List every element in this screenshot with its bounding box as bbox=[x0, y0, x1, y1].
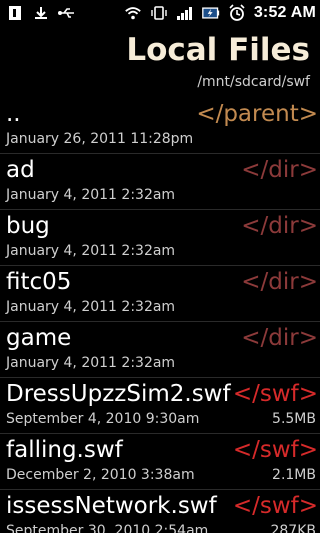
file-date: January 4, 2011 2:32am bbox=[6, 299, 176, 315]
status-time: 3:52 AM bbox=[253, 3, 316, 21]
file-date: December 2, 2010 3:38am bbox=[6, 467, 195, 483]
file-size: 287KB bbox=[270, 523, 316, 533]
list-item-parent[interactable]: .. </parent> January 26, 2011 11:28pm bbox=[0, 98, 320, 154]
list-item-ad[interactable]: ad </dir> January 4, 2011 2:32am bbox=[0, 154, 320, 210]
file-type-tag: </swf> bbox=[232, 381, 318, 407]
signal-icon bbox=[176, 4, 194, 22]
download-icon bbox=[32, 4, 50, 22]
file-name: DressUpzzSim2.swf bbox=[6, 381, 231, 407]
file-date: January 4, 2011 2:32am bbox=[6, 355, 176, 371]
file-date: January 26, 2011 11:28pm bbox=[6, 131, 194, 147]
file-type-tag: </dir> bbox=[241, 157, 318, 183]
file-type-tag: </dir> bbox=[241, 269, 318, 295]
wifi-icon bbox=[124, 4, 142, 22]
file-type-tag: </dir> bbox=[241, 213, 318, 239]
list-item-fitc05[interactable]: fitc05 </dir> January 4, 2011 2:32am bbox=[0, 266, 320, 322]
file-name: ad bbox=[6, 157, 35, 183]
file-type-tag: </dir> bbox=[241, 325, 318, 351]
file-name: issessNetwork.swf bbox=[6, 493, 217, 519]
file-date: January 4, 2011 2:32am bbox=[6, 187, 176, 203]
status-left bbox=[6, 4, 76, 22]
file-name: .. bbox=[6, 101, 21, 127]
file-size: 2.1MB bbox=[272, 467, 316, 483]
page-header: Local Files /mnt/sdcard/swf bbox=[0, 25, 320, 98]
usb-icon bbox=[58, 4, 76, 22]
status-right: 3:52 AM bbox=[124, 4, 316, 22]
list-item-falling[interactable]: falling.swf </swf> December 2, 2010 3:38… bbox=[0, 434, 320, 490]
file-type-tag: </swf> bbox=[232, 493, 318, 519]
current-path: /mnt/sdcard/swf bbox=[197, 74, 310, 90]
file-type-tag: </parent> bbox=[196, 101, 318, 127]
list-item-issessnetwork[interactable]: issessNetwork.swf </swf> September 30, 2… bbox=[0, 490, 320, 533]
file-list: .. </parent> January 26, 2011 11:28pm ad… bbox=[0, 98, 320, 533]
sim-card-icon bbox=[6, 4, 24, 22]
file-name: fitc05 bbox=[6, 269, 72, 295]
alarm-icon bbox=[228, 3, 246, 22]
file-size: 5.5MB bbox=[272, 411, 316, 427]
file-name: game bbox=[6, 325, 72, 351]
file-name: falling.swf bbox=[6, 437, 123, 463]
status-bar: 3:52 AM bbox=[0, 0, 320, 25]
list-item-bug[interactable]: bug </dir> January 4, 2011 2:32am bbox=[0, 210, 320, 266]
file-date: September 30, 2010 2:54am bbox=[6, 523, 209, 533]
list-item-dressupzzsim2[interactable]: DressUpzzSim2.swf </swf> September 4, 20… bbox=[0, 378, 320, 434]
file-type-tag: </swf> bbox=[232, 437, 318, 463]
battery-charging-icon bbox=[201, 4, 220, 22]
file-date: September 4, 2010 9:30am bbox=[6, 411, 200, 427]
file-name: bug bbox=[6, 213, 50, 239]
list-item-game[interactable]: game </dir> January 4, 2011 2:32am bbox=[0, 322, 320, 378]
page-title: Local Files bbox=[126, 32, 310, 68]
vibrate-icon bbox=[150, 4, 168, 22]
file-date: January 4, 2011 2:32am bbox=[6, 243, 176, 259]
